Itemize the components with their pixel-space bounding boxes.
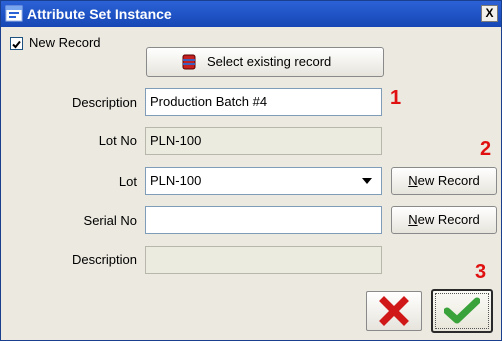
lot-no-label: Lot No	[98, 133, 137, 148]
ok-button[interactable]	[431, 289, 493, 333]
select-existing-record-button[interactable]: Select existing record	[146, 47, 384, 77]
serial-new-record-button[interactable]: New Record	[391, 206, 497, 234]
lot-new-record-label: New Record	[408, 173, 480, 188]
checkmark-icon	[12, 40, 21, 49]
window-title: Attribute Set Instance	[27, 6, 172, 22]
new-record-checkbox[interactable]	[10, 37, 23, 50]
marker-2: 2	[480, 138, 492, 160]
window-app-icon	[5, 5, 23, 22]
marker-1: 1	[390, 87, 402, 109]
marker-3: 3	[475, 261, 487, 283]
serial-no-input[interactable]	[145, 206, 382, 234]
dialog-window: Attribute Set Instance X New Record Sele…	[0, 0, 502, 341]
description2-label: Description	[71, 252, 137, 267]
lot-label: Lot	[118, 174, 137, 189]
lot-no-field: PLN-100	[145, 127, 382, 155]
new-record-label: New Record	[29, 35, 101, 50]
lot-select-value: PLN-100	[150, 173, 202, 188]
serial-new-record-label: New Record	[408, 212, 480, 227]
cancel-x-icon	[379, 296, 409, 326]
description-input[interactable]: Production Batch #4	[145, 88, 382, 116]
title-bar[interactable]: Attribute Set Instance X	[1, 1, 501, 27]
close-icon: X	[485, 6, 494, 20]
description2-field	[145, 246, 382, 274]
serial-no-label: Serial No	[83, 213, 137, 228]
select-existing-record-label: Select existing record	[207, 54, 332, 69]
lot-select[interactable]: PLN-100	[145, 167, 382, 195]
description-label: Description	[71, 95, 137, 110]
lot-new-record-button[interactable]: New Record	[391, 167, 497, 195]
checkmark-ok-icon	[444, 297, 480, 324]
cancel-button[interactable]	[366, 291, 422, 331]
close-button[interactable]: X	[481, 5, 498, 22]
chevron-down-icon	[362, 178, 372, 184]
database-icon	[182, 54, 196, 70]
